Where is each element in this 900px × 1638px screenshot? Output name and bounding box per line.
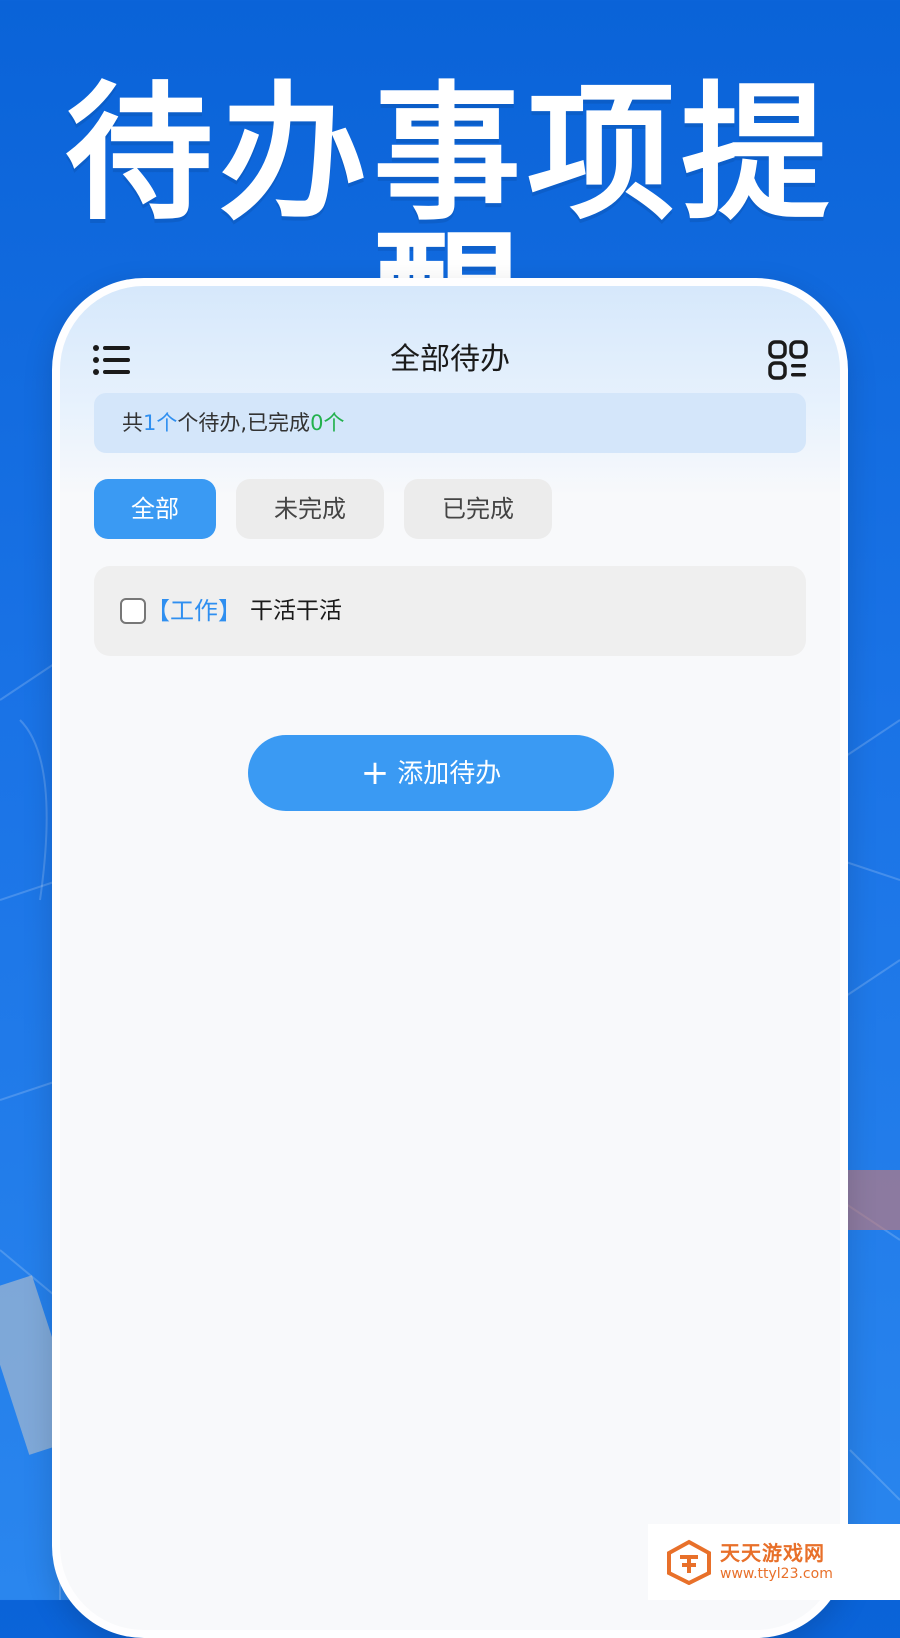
todo-text: 干活干活 xyxy=(250,598,342,624)
todo-summary: 共1个个待办,已完成0个 xyxy=(94,393,806,453)
watermark-url: www.ttyl23.com xyxy=(720,1566,833,1582)
add-todo-label: 添加待办 xyxy=(397,759,502,789)
tab-all[interactable]: 全部 xyxy=(94,479,216,539)
tab-completed[interactable]: 已完成 xyxy=(404,479,552,539)
watermark-name: 天天游戏网 xyxy=(720,1541,825,1565)
tab-incomplete[interactable]: 未完成 xyxy=(236,479,384,539)
plus-icon: + xyxy=(360,753,390,793)
done-unit: 个 xyxy=(323,411,345,435)
todo-item[interactable]: 【工作】 干活干活 xyxy=(94,566,806,656)
phone-frame: 全部待办 共1个个待办,已完成0个 全部 未完成 已完成 【工作】 干活干活 +… xyxy=(52,278,848,1638)
todo-checkbox[interactable] xyxy=(120,598,146,624)
site-watermark: 天天游戏网 www.ttyl23.com xyxy=(648,1524,900,1600)
add-todo-button[interactable]: + 添加待办 xyxy=(248,735,614,811)
site-logo-icon xyxy=(667,1539,711,1585)
total-count: 1 xyxy=(143,411,157,435)
summary-middle: 个待办,已完成 xyxy=(177,411,311,435)
total-unit: 个 xyxy=(156,411,178,435)
top-bar: 全部待办 xyxy=(60,326,840,386)
page-title: 全部待办 xyxy=(390,342,510,377)
done-count: 0 xyxy=(310,411,324,435)
category-grid-icon[interactable] xyxy=(768,340,808,380)
summary-prefix: 共 xyxy=(122,411,143,435)
todo-tag: 【工作】 xyxy=(146,597,242,625)
